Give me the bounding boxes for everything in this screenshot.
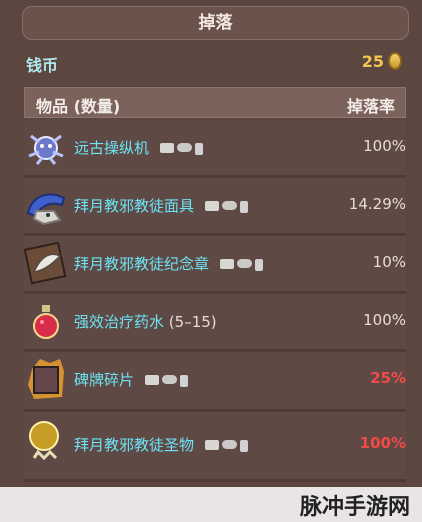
drop-rate-column-header: 掉落率 (346, 97, 395, 116)
item-name-text: 远古操纵机 (74, 139, 150, 157)
drop-panel: 掉落 钱币 25 物品 (数量) 掉落率 远古操纵机 100% 拜月教邪教徒面具… (0, 0, 422, 522)
pc-icon (204, 439, 219, 450)
panel-title: 掉落 (22, 6, 409, 40)
item-column-header: 物品 (数量) (36, 97, 121, 116)
cultist-trophy-icon (24, 242, 68, 286)
item-name-text: 强效治疗药水 (74, 313, 165, 331)
cultist-relic-icon (24, 418, 68, 462)
platform-icons (159, 142, 203, 155)
table-row[interactable]: 强效治疗药水 (5–15) 100% (24, 294, 406, 352)
coins-row: 钱币 25 (24, 50, 406, 75)
table-row[interactable]: 拜月教邪教徒纪念章 10% (24, 236, 406, 294)
greater-healing-potion-icon (24, 300, 68, 344)
cultist-mask-icon (24, 184, 68, 228)
platform-icons (204, 200, 248, 213)
drop-rate: 100% (359, 434, 406, 452)
item-name-text: 拜月教邪教徒面具 (74, 197, 195, 215)
console-icon (176, 142, 192, 152)
tablet-fragment-icon (24, 358, 68, 402)
item-quantity: (5–15) (168, 313, 217, 331)
item-name-text: 拜月教邪教徒圣物 (74, 436, 195, 454)
drop-rate: 25% (370, 369, 406, 387)
item-name[interactable]: 拜月教邪教徒纪念章 (74, 253, 263, 274)
mobile-icon (194, 142, 203, 155)
platform-icons (144, 374, 188, 387)
pc-icon (219, 258, 234, 269)
mobile-icon (179, 374, 188, 387)
mobile-icon (239, 200, 248, 213)
item-name-text: 拜月教邪教徒纪念章 (74, 255, 210, 273)
mobile-icon (254, 258, 263, 271)
coins-label: 钱币 (26, 56, 59, 75)
platform-icons (219, 258, 263, 271)
console-icon (221, 439, 237, 449)
drop-rate: 14.29% (348, 195, 406, 213)
drop-rate: 10% (372, 253, 406, 271)
drop-rate: 100% (363, 137, 406, 155)
watermark-text: 脉冲手游网 (299, 495, 410, 520)
coins-amount: 25 (361, 52, 384, 71)
drop-rate: 100% (363, 311, 406, 329)
pc-icon (144, 374, 159, 385)
console-icon (236, 258, 252, 268)
table-header: 物品 (数量) 掉落率 (24, 87, 406, 118)
item-name[interactable]: 碑牌碎片 (74, 369, 188, 390)
item-name-text: 碑牌碎片 (74, 371, 135, 389)
item-name[interactable]: 强效治疗药水 (5–15) (74, 311, 217, 332)
item-name[interactable]: 拜月教邪教徒面具 (74, 195, 248, 216)
mobile-icon (239, 439, 248, 452)
item-name[interactable]: 远古操纵机 (74, 137, 203, 158)
pc-icon (159, 142, 174, 153)
ancient-manipulator-icon (24, 126, 68, 170)
coin-icon (388, 52, 402, 70)
console-icon (161, 374, 177, 384)
pc-icon (204, 200, 219, 211)
platform-icons (204, 439, 248, 452)
table-row[interactable]: 远古操纵机 100% (24, 120, 406, 178)
table-row[interactable]: 拜月教邪教徒面具 14.29% (24, 178, 406, 236)
console-icon (221, 200, 237, 210)
table-row[interactable]: 拜月教邪教徒圣物 100% (24, 412, 406, 482)
item-name[interactable]: 拜月教邪教徒圣物 (74, 434, 248, 455)
table-row[interactable]: 碑牌碎片 25% (24, 352, 406, 412)
